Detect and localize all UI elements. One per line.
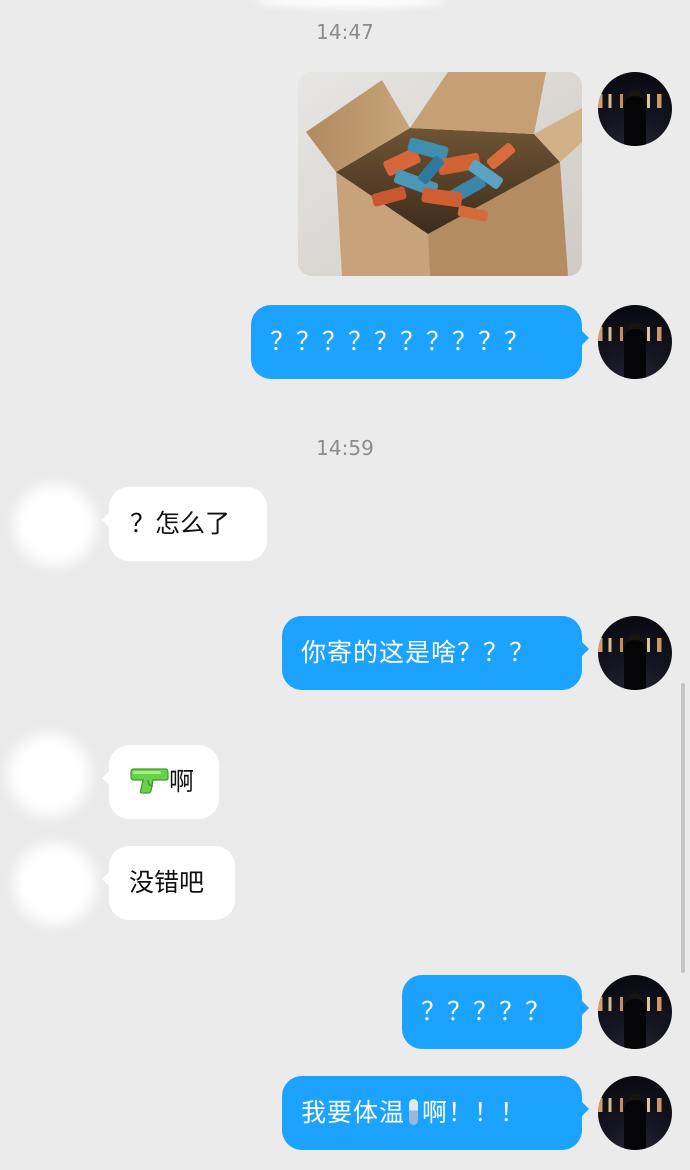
redaction-smudge — [255, 0, 445, 8]
outgoing-message[interactable]: 你寄的这是啥？？？ — [282, 616, 589, 690]
message-text-start: 我要体温 — [301, 1098, 406, 1127]
outgoing-message[interactable]: ？？？？？ — [402, 975, 589, 1049]
avatar[interactable] — [598, 616, 672, 690]
box-photo — [298, 72, 582, 276]
avatar[interactable] — [598, 305, 672, 379]
message-text: ？？？？？ — [421, 997, 552, 1026]
message-text: ？？？？？？？？？？ — [270, 327, 531, 356]
message-text: 你寄的这是啥？？？ — [301, 638, 536, 667]
avatar-redacted — [14, 843, 96, 925]
timestamp: 14:47 — [316, 20, 374, 44]
scrollbar[interactable] — [681, 683, 685, 973]
message-text: 啊 — [169, 767, 195, 796]
incoming-message[interactable]: 啊 — [102, 745, 219, 819]
avatar-redacted — [14, 484, 96, 566]
image-message[interactable] — [298, 72, 582, 276]
outgoing-message[interactable]: ？？？？？？？？？？ — [251, 305, 589, 379]
timestamp: 14:59 — [316, 436, 374, 460]
thermometer-icon — [409, 1099, 419, 1125]
avatar[interactable] — [598, 72, 672, 146]
avatar[interactable] — [598, 975, 672, 1049]
outgoing-message[interactable]: 我要体温 啊！！！ — [282, 1076, 589, 1150]
chat-screen: 14:47 ？？？？？？？？？？ 14:59 ？怎么了 你寄的这是啥？？？ 啊 … — [0, 0, 690, 1170]
avatar[interactable] — [598, 1076, 672, 1150]
incoming-message[interactable]: 没错吧 — [102, 846, 235, 920]
water-pistol-icon — [130, 768, 169, 794]
message-text: 没错吧 — [129, 868, 205, 897]
message-text-end: 啊！！！ — [422, 1098, 527, 1127]
message-text: ？怎么了 — [130, 509, 231, 538]
incoming-message[interactable]: ？怎么了 — [102, 487, 267, 561]
avatar-redacted — [8, 734, 90, 816]
